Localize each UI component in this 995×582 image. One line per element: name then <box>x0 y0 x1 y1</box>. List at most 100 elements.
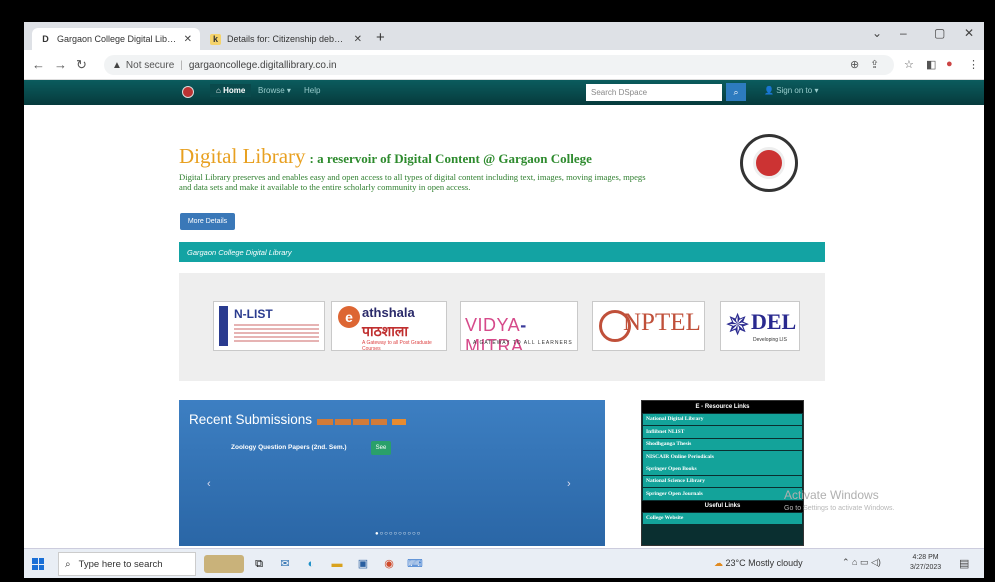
epathshala-subtitle: A Gateway to all Post Graduate Courses <box>362 340 432 351</box>
eresource-link[interactable]: Shodhganga Thesis <box>643 438 802 451</box>
filter-chip[interactable] <box>392 419 406 425</box>
nav-help[interactable]: Help <box>304 86 320 95</box>
maximize-icon[interactable]: ▢ <box>934 26 945 40</box>
share-icon[interactable]: ⇪ <box>870 58 879 71</box>
reload-icon[interactable]: ↻ <box>76 57 87 73</box>
useful-links-title: Useful Links <box>642 500 803 512</box>
tab-digital-library[interactable]: D Gargaon College Digital Library ✕ <box>32 28 200 50</box>
title-tagline: : a reservoir of Digital Content @ Garga… <box>309 151 592 166</box>
store-icon[interactable]: ▣ <box>354 555 372 573</box>
del-logo-text: DEL <box>751 309 797 334</box>
title-digital-library: Digital Library <box>179 144 306 168</box>
sign-in-menu[interactable]: 👤 Sign on to ▾ <box>764 86 818 95</box>
vidya-mitra-logo[interactable]: VIDYA-MITRA A GATEWAY TO ALL LEARNERS <box>460 301 578 351</box>
search-icon[interactable]: ⌕ <box>726 83 746 101</box>
user-icon: 👤 <box>764 86 777 95</box>
close-tab-icon[interactable]: ✕ <box>354 34 362 45</box>
nlist-logo-text: N-LIST <box>234 307 273 321</box>
tab-list-chevron-icon[interactable]: ⌄ <box>872 26 882 40</box>
recent-submissions-title: Recent Submissions <box>189 412 313 427</box>
carousel-indicators[interactable]: ●○○○○○○○○○ <box>375 531 421 537</box>
submission-item[interactable]: Zoology Question Papers (2nd. Sem.) <box>231 444 347 451</box>
warning-icon: ▲ <box>112 59 122 71</box>
desktop-window: D Gargaon College Digital Library ✕ k De… <box>24 22 984 578</box>
epathshala-hindi-text: पाठशाला <box>362 323 408 339</box>
tab-title: Gargaon College Digital Library <box>57 34 178 44</box>
koha-favicon-icon: k <box>210 33 221 45</box>
chrome-icon[interactable]: ◉ <box>380 555 398 573</box>
clock-time: 4:28 PM <box>912 554 939 561</box>
filter-chip[interactable] <box>335 419 351 425</box>
eresource-link[interactable]: Springer Open Books <box>643 463 802 475</box>
address-bar-row: ← → ↻ ▲ Not secure | gargaoncollege.digi… <box>24 50 984 80</box>
keyboard-icon[interactable]: ⌨ <box>406 555 424 573</box>
bookmark-star-icon[interactable]: ☆ <box>904 58 914 71</box>
carousel-prev-icon[interactable]: ‹ <box>207 478 211 490</box>
weather-icon: ☁ <box>714 558 726 568</box>
eresource-link[interactable]: National Digital Library <box>643 413 802 426</box>
taskbar-clock[interactable]: 4:28 PM 3/27/2023 <box>910 553 941 573</box>
recent-filter-chips <box>317 419 406 425</box>
site-navbar: ⌂ Home Browse ▾ Help Search DSpace ⌕ 👤 S… <box>24 80 984 105</box>
side-panel-icon[interactable]: ◧ <box>926 58 936 71</box>
epathshala-logo[interactable]: e athshala पाठशाला A Gateway to all Post… <box>331 301 447 351</box>
filter-chip[interactable] <box>371 419 387 425</box>
edge-browser-icon[interactable]: ◐ <box>302 555 320 573</box>
site-logo-icon[interactable] <box>182 86 194 98</box>
windows-taskbar: ⌕ Type here to search ⧉ ✉ ◐ ▬ ▣ ◉ ⌨ ☁ 23… <box>24 548 984 578</box>
menu-kebab-icon[interactable]: ⋮ <box>968 58 979 71</box>
nav-home-label: Home <box>223 86 246 95</box>
eresource-link[interactable]: National Science Library <box>643 475 802 488</box>
url-field[interactable]: ▲ Not secure | gargaoncollege.digitallib… <box>104 55 894 75</box>
system-tray-icons[interactable]: ⌃ ⌂ ▭ ◁) <box>842 557 881 568</box>
weather-widget[interactable]: ☁ 23°C Mostly cloudy <box>714 558 803 569</box>
carousel-next-icon[interactable]: › <box>567 478 571 490</box>
del-subtitle: Developing LIS <box>753 337 787 343</box>
zoom-icon[interactable]: ⊕ <box>850 58 859 71</box>
task-view-icon[interactable]: ⧉ <box>250 555 268 573</box>
activate-windows-watermark: Activate Windows Go to Settings to activ… <box>784 488 895 512</box>
windows-start-icon[interactable] <box>32 558 44 570</box>
taskbar-search-placeholder: Type here to search <box>78 558 163 570</box>
close-tab-icon[interactable]: ✕ <box>184 34 192 45</box>
not-secure-label: Not secure <box>125 59 175 71</box>
watermark-line1: Activate Windows <box>784 488 879 502</box>
eresource-links-panel: E - Resource Links National Digital Libr… <box>641 400 804 546</box>
filter-chip[interactable] <box>353 419 369 425</box>
more-details-button[interactable]: More Details <box>180 213 235 230</box>
back-arrow-icon[interactable]: ← <box>32 57 45 72</box>
search-highlight-icon[interactable] <box>204 555 244 573</box>
vidya-text: VIDYA <box>465 315 521 335</box>
tab-details[interactable]: k Details for: Citizenship debate o... ✕ <box>202 28 370 50</box>
eresource-link[interactable]: Inflibnet NLIST <box>643 426 802 438</box>
section-header-bar: Gargaon College Digital Library <box>179 242 825 262</box>
profile-avatar-icon[interactable]: ● <box>946 58 953 70</box>
mail-icon[interactable]: ✉ <box>276 555 294 573</box>
taskbar-search-input[interactable]: ⌕ Type here to search <box>58 552 196 576</box>
nlist-logo[interactable]: N-LIST <box>213 301 325 351</box>
eresource-title: E - Resource Links <box>642 401 803 413</box>
close-window-icon[interactable]: ✕ <box>964 26 974 40</box>
nav-browse-label: Browse <box>258 86 285 95</box>
useful-link[interactable]: College Website <box>643 512 802 525</box>
eresource-link[interactable]: NISCAIR Online Periodicals <box>643 450 802 463</box>
new-tab-icon[interactable]: + <box>376 29 385 46</box>
notification-icon[interactable]: ▤ <box>959 557 969 570</box>
forward-arrow-icon[interactable]: → <box>54 57 67 72</box>
nptel-logo[interactable]: NPTEL <box>592 301 705 351</box>
minimize-icon[interactable]: – <box>900 26 907 40</box>
site-search-input[interactable]: Search DSpace <box>586 84 722 101</box>
see-button[interactable]: See <box>371 441 391 455</box>
file-explorer-icon[interactable]: ▬ <box>328 555 346 573</box>
vidya-mitra-subtitle: A GATEWAY TO ALL LEARNERS <box>473 340 573 346</box>
tab-title: Details for: Citizenship debate o... <box>227 34 348 44</box>
filter-chip[interactable] <box>317 419 333 425</box>
search-icon: ⌕ <box>65 558 71 570</box>
del-logo[interactable]: ✵ DEL Developing LIS <box>720 301 800 351</box>
nav-browse[interactable]: Browse ▾ <box>258 86 291 95</box>
eresource-link[interactable]: Springer Open Journals <box>643 488 802 500</box>
weather-text: 23°C Mostly cloudy <box>725 558 803 568</box>
college-crest-logo <box>740 134 798 192</box>
sign-in-label: Sign on to <box>776 86 813 95</box>
nav-home[interactable]: ⌂ Home <box>210 84 252 97</box>
